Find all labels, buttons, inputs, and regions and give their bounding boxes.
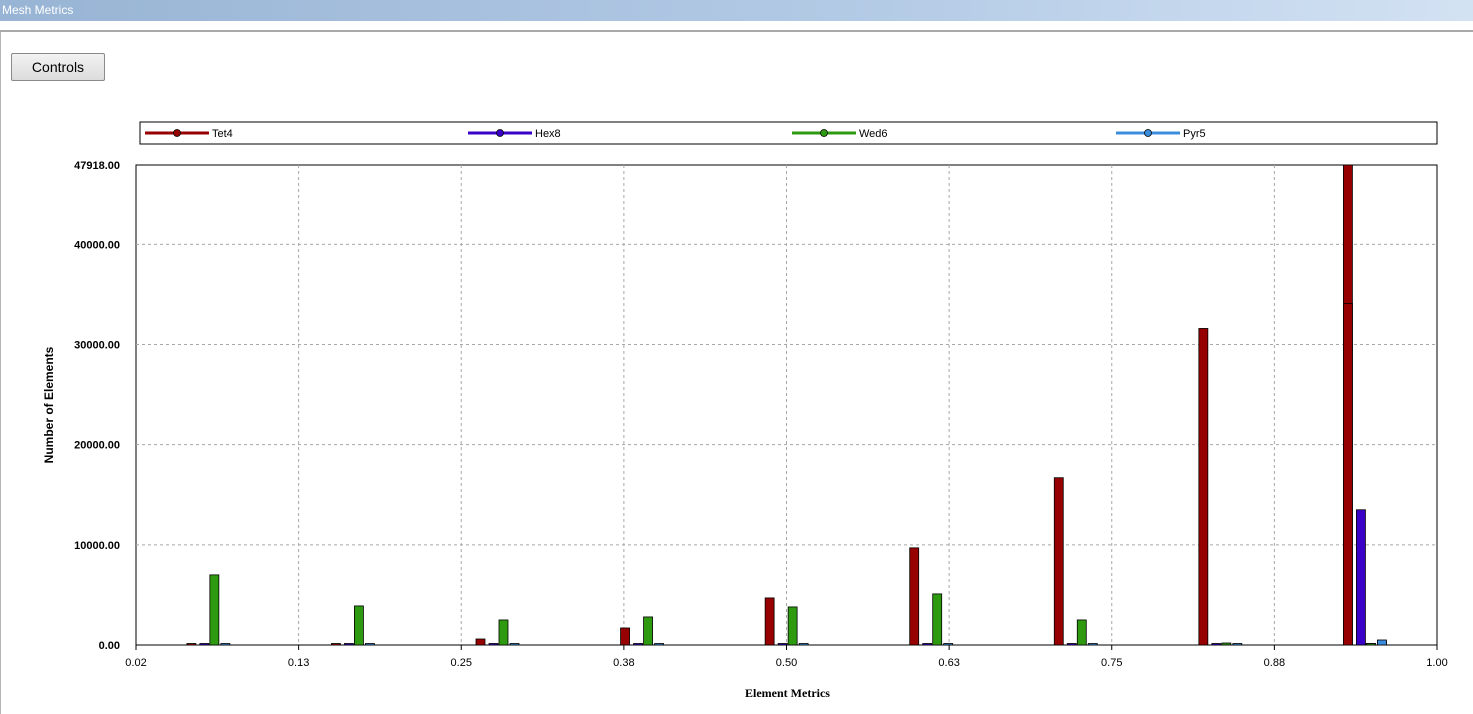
bar-tet4 <box>1198 328 1209 646</box>
x-tick-label: 0.38 <box>613 657 634 669</box>
legend-marker-wed6 <box>820 129 828 137</box>
y-tick-label: 0.00 <box>99 640 120 652</box>
bar-hex8 <box>633 643 643 646</box>
bar-pyr5 <box>943 643 954 646</box>
legend-label-tet4: Tet4 <box>212 128 233 140</box>
bar-hex8 <box>344 643 354 646</box>
x-tick-label: 0.25 <box>451 657 472 669</box>
x-axis-label: Element Metrics <box>745 686 830 700</box>
bar-pyr5 <box>220 643 231 646</box>
bar-pyr5 <box>1232 643 1243 646</box>
bar-tet4 <box>909 547 920 646</box>
y-tick-label: 20000.00 <box>74 440 120 452</box>
legend-marker-hex8 <box>496 129 504 137</box>
bar-tet4 <box>1053 477 1064 646</box>
bar-wed6 <box>354 605 364 646</box>
legend: Tet4 Hex8 Wed6 Pyr5 <box>139 121 1438 145</box>
y-tick-label: 30000.00 <box>74 339 120 351</box>
bar-hex8 <box>1356 509 1366 646</box>
legend-marker-tet4 <box>173 129 181 137</box>
bar-hex8 <box>922 643 933 646</box>
bar-wed6 <box>1221 642 1232 646</box>
bar-hex8 <box>777 643 788 646</box>
bar-tet4 <box>764 597 775 646</box>
legend-label-pyr5: Pyr5 <box>1183 128 1206 140</box>
bar-pyr5 <box>365 643 375 646</box>
legend-label-wed6: Wed6 <box>859 128 888 140</box>
bar-wed6 <box>1076 619 1087 646</box>
x-tick-label: 0.50 <box>776 657 797 669</box>
bar-wed6 <box>787 606 798 646</box>
bar-tet4 <box>1343 303 1353 646</box>
x-tick-label: 1.00 <box>1426 657 1447 669</box>
bar-wed6 <box>1366 643 1376 646</box>
bar-pyr5 <box>798 643 809 646</box>
y-tick-label: 40000.00 <box>74 239 120 251</box>
bar-wed6 <box>498 619 509 646</box>
bar-pyr5 <box>1087 643 1098 646</box>
bar-tet4 <box>620 627 630 646</box>
legend-label-hex8: Hex8 <box>535 128 561 140</box>
bar-wed6 <box>209 574 220 646</box>
y-tick-label: 47918.00 <box>74 160 120 172</box>
bar-hex8 <box>1211 643 1222 646</box>
x-tick-label: 0.88 <box>1264 657 1285 669</box>
bar-hex8 <box>488 643 499 646</box>
bar-hex8 <box>199 643 210 646</box>
x-tick-label: 0.63 <box>938 657 959 669</box>
x-tick-label: 0.75 <box>1101 657 1122 669</box>
y-axis-label: Number of Elements <box>42 346 56 463</box>
bar-pyr5 <box>509 643 520 646</box>
legend-box <box>139 121 1438 145</box>
bar-tet4 <box>186 643 197 646</box>
bar-pyr5 <box>654 643 664 646</box>
x-tick-label: 0.02 <box>125 657 146 669</box>
bar-wed6 <box>643 616 653 646</box>
bar-hex8 <box>1066 643 1077 646</box>
bar-tet4 <box>331 643 341 646</box>
mesh-metrics-chart: 0.00 10000.00 20000.00 30000.00 40000.00 4791… <box>42 121 1448 700</box>
bar-pyr5 <box>1377 639 1387 646</box>
legend-marker-pyr5 <box>1144 129 1152 137</box>
y-tick-label: 10000.00 <box>74 540 120 552</box>
bar-wed6 <box>932 593 943 646</box>
x-tick-label: 0.13 <box>288 657 309 669</box>
bar-tet4 <box>475 638 486 646</box>
